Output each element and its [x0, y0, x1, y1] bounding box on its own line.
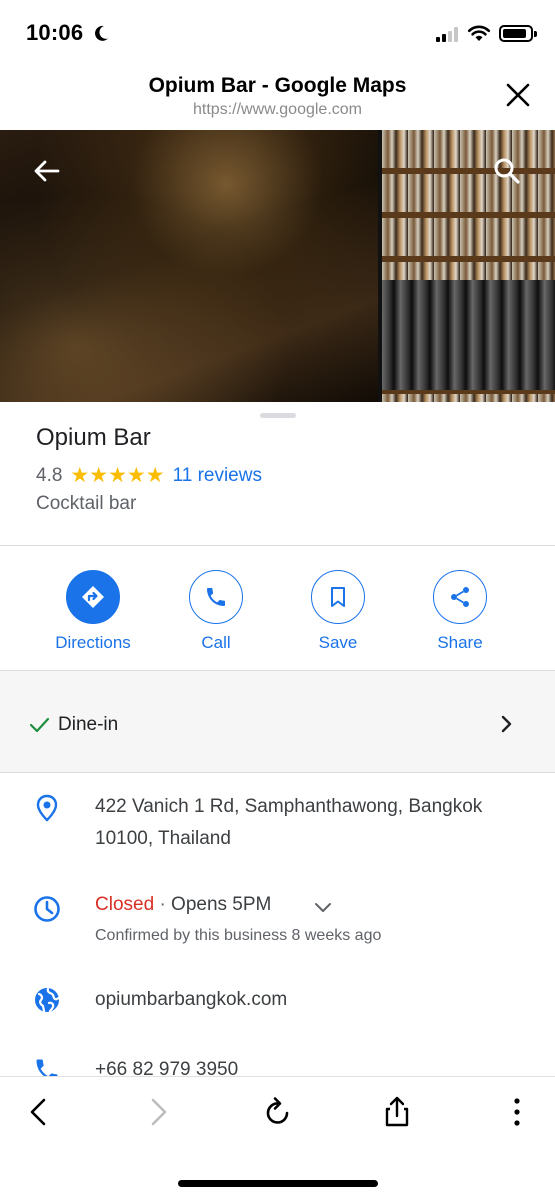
close-icon[interactable] [503, 80, 533, 110]
reviews-link[interactable]: 11 reviews [173, 465, 262, 487]
divider [0, 772, 555, 773]
opens-time: Opens 5PM [171, 894, 272, 915]
page-url: https://www.google.com [193, 101, 362, 118]
address-line-1: 422 Vanich 1 Rd, Samphanthawong, Bangkok [95, 796, 483, 817]
chevron-right-icon[interactable] [498, 715, 516, 733]
save-label: Save [318, 633, 358, 652]
cellular-signal-icon [436, 27, 458, 42]
share-icon [451, 587, 469, 607]
chevron-down-icon[interactable] [314, 898, 332, 916]
share-button[interactable]: Share [400, 570, 520, 653]
back-icon[interactable] [22, 1095, 56, 1129]
rating-row: 4.8 ★★★★★ 11 reviews [36, 463, 262, 488]
share-upload-icon[interactable] [380, 1095, 414, 1129]
separator-dot: · [159, 894, 166, 915]
phone-icon [207, 588, 225, 606]
page-title: Opium Bar - Google Maps [148, 74, 407, 97]
closed-status: Closed [95, 894, 155, 915]
reload-icon[interactable] [261, 1095, 295, 1129]
divider [0, 545, 555, 546]
service-options-row[interactable]: Dine-in [0, 671, 555, 772]
globe-icon [35, 987, 61, 1013]
place-name: Opium Bar [36, 424, 151, 451]
status-time: 10:06 [26, 20, 84, 45]
back-arrow-icon[interactable] [32, 156, 62, 186]
share-label: Share [437, 633, 483, 652]
place-photos[interactable] [0, 130, 555, 402]
bookmark-icon [331, 587, 345, 607]
wifi-icon [467, 25, 491, 41]
battery-icon [499, 25, 537, 42]
location-pin-icon [36, 794, 58, 822]
sheet-drag-handle[interactable] [260, 413, 296, 418]
bottle-shelf-photo[interactable] [382, 130, 555, 402]
directions-label: Directions [55, 633, 131, 652]
call-label: Call [201, 633, 231, 652]
directions-circle[interactable] [66, 570, 120, 624]
share-circle[interactable] [433, 570, 487, 624]
save-circle[interactable] [311, 570, 365, 624]
checkmark-icon [29, 717, 50, 733]
dine-in-label: Dine-in [58, 714, 119, 735]
directions-icon [82, 586, 104, 608]
place-category: Cocktail bar [36, 493, 137, 514]
hours-status-row[interactable]: Closed · Opens 5PM [95, 889, 271, 921]
call-button[interactable]: Call [156, 570, 276, 653]
clock-icon [34, 896, 60, 922]
website-link[interactable]: opiumbarbangkok.com [95, 984, 287, 1016]
hours-confirmed-note: Confirmed by this business 8 weeks ago [95, 927, 382, 944]
star-rating: ★★★★★ [70, 464, 165, 487]
more-options-icon[interactable] [500, 1095, 534, 1129]
directions-button[interactable]: Directions [33, 570, 153, 653]
forward-icon[interactable] [141, 1095, 175, 1129]
status-bar: 10:06 [0, 0, 555, 62]
browser-header: Opium Bar - Google Maps https://www.goog… [0, 62, 555, 130]
address-line-2: 10100, Thailand [95, 828, 231, 849]
call-circle[interactable] [189, 570, 243, 624]
save-button[interactable]: Save [278, 570, 398, 653]
do-not-disturb-moon-icon [95, 25, 108, 41]
rating-value: 4.8 [36, 464, 63, 486]
address[interactable]: 422 Vanich 1 Rd, Samphanthawong, Bangkok… [95, 791, 482, 855]
search-icon[interactable] [492, 156, 522, 186]
home-indicator[interactable] [178, 1180, 378, 1187]
